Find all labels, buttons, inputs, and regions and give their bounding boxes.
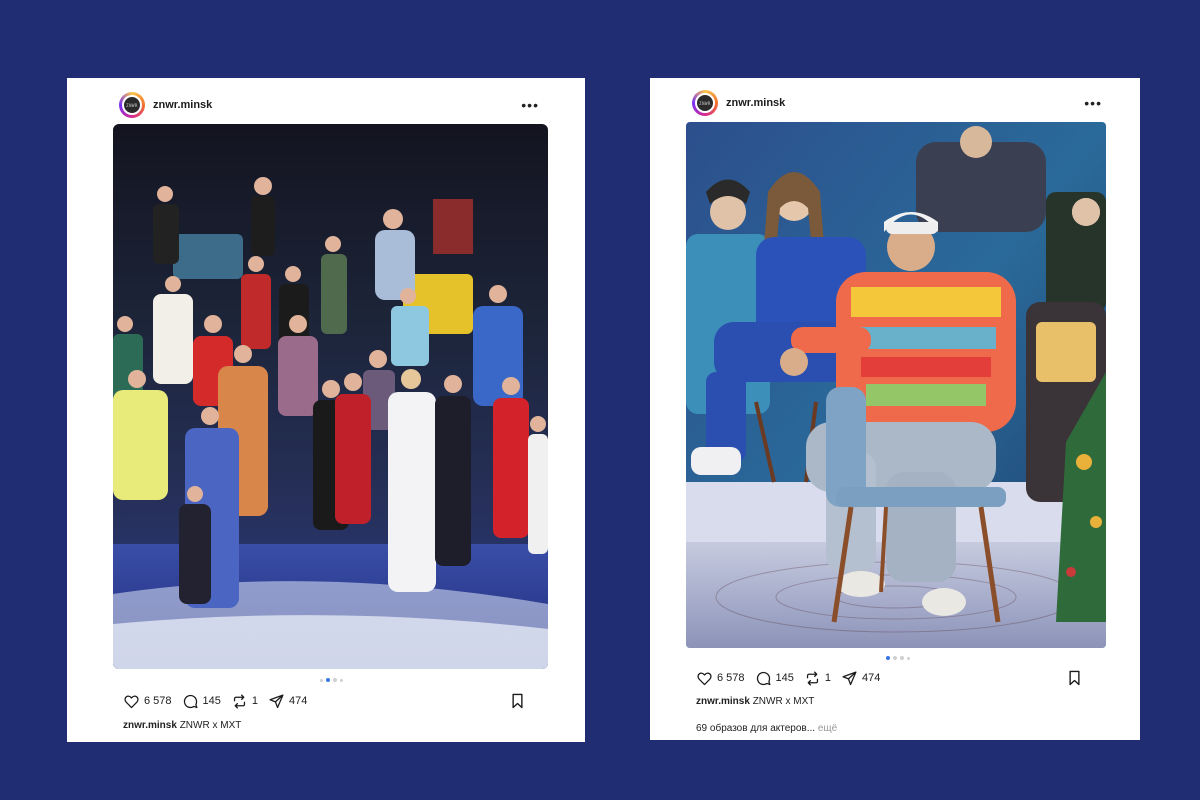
share-icon: [842, 670, 857, 685]
heart-icon: [124, 695, 139, 708]
more-link[interactable]: ещё: [818, 723, 837, 734]
username[interactable]: znwr.minsk: [153, 99, 212, 111]
carousel-dot: [907, 656, 910, 660]
share-button[interactable]: 474: [841, 670, 880, 687]
avatar-logo: ZNWR: [695, 93, 715, 113]
carousel-dot: [893, 656, 897, 660]
caption-username[interactable]: znwr.minsk: [696, 696, 750, 707]
comment-button[interactable]: 145: [182, 693, 221, 710]
avatar[interactable]: ZNWR: [119, 92, 145, 118]
caption-username[interactable]: znwr.minsk: [123, 720, 177, 731]
post-header: ZNWR znwr.minsk •••: [692, 88, 1102, 118]
repost-button[interactable]: 1: [804, 670, 831, 687]
like-button[interactable]: 6 578: [123, 693, 172, 710]
post-photo[interactable]: [113, 124, 548, 669]
carousel-dot: [333, 678, 337, 682]
bookmark-icon: [512, 693, 523, 709]
comment-button[interactable]: 145: [755, 670, 794, 687]
seated-actors-photo-image: [686, 122, 1106, 648]
repost-count: 1: [251, 695, 259, 707]
comment-icon: [183, 694, 198, 708]
share-count: 474: [862, 672, 881, 684]
caption-description: 69 образов для актеров... ещё: [696, 723, 837, 734]
bookmark-button[interactable]: [510, 693, 529, 709]
post-photo[interactable]: [686, 122, 1106, 648]
carousel-indicator: [320, 678, 343, 682]
bookmark-button[interactable]: [1067, 670, 1086, 686]
like-count: 6 578: [144, 695, 172, 707]
more-icon[interactable]: •••: [521, 98, 539, 112]
repost-icon: [806, 670, 818, 686]
bookmark-icon: [1069, 670, 1080, 686]
carousel-dot: [900, 656, 904, 660]
carousel-dot-active: [886, 656, 890, 660]
post-card-1: ZNWR znwr.minsk ••• 6 578 145 1 474 znwr…: [67, 78, 585, 742]
carousel-dot: [320, 678, 323, 682]
comment-count: 145: [202, 695, 221, 707]
carousel-dot: [340, 678, 343, 682]
caption: znwr.minsk ZNWR x MXT: [696, 696, 814, 707]
action-bar: 6 578 145 1 474: [123, 691, 539, 711]
repost-button[interactable]: 1: [231, 693, 258, 710]
like-button[interactable]: 6 578: [696, 670, 745, 687]
more-icon[interactable]: •••: [1084, 96, 1102, 110]
username[interactable]: znwr.minsk: [726, 97, 785, 109]
action-bar: 6 578 145 1 474: [696, 668, 1096, 688]
post-card-2: ZNWR znwr.minsk ••• 6 578 145 1 474 znwr…: [650, 78, 1140, 740]
description-text: 69 образов для актеров...: [696, 723, 816, 734]
carousel-indicator: [886, 656, 910, 660]
share-icon: [269, 693, 284, 708]
repost-count: 1: [824, 672, 832, 684]
repost-icon: [233, 693, 245, 709]
comment-count: 145: [775, 672, 794, 684]
stage-photo-image: [113, 124, 548, 669]
post-header: ZNWR znwr.minsk •••: [119, 90, 539, 120]
avatar-logo: ZNWR: [122, 95, 142, 115]
like-count: 6 578: [717, 672, 745, 684]
heart-icon: [697, 672, 712, 685]
caption-text: ZNWR x MXT: [179, 720, 242, 731]
comment-icon: [756, 671, 771, 685]
share-count: 474: [289, 695, 308, 707]
share-button[interactable]: 474: [268, 693, 307, 710]
carousel-dot-active: [326, 678, 330, 682]
avatar[interactable]: ZNWR: [692, 90, 718, 116]
caption: znwr.minsk ZNWR x MXT: [123, 720, 241, 731]
caption-text: ZNWR x MXT: [752, 696, 815, 707]
